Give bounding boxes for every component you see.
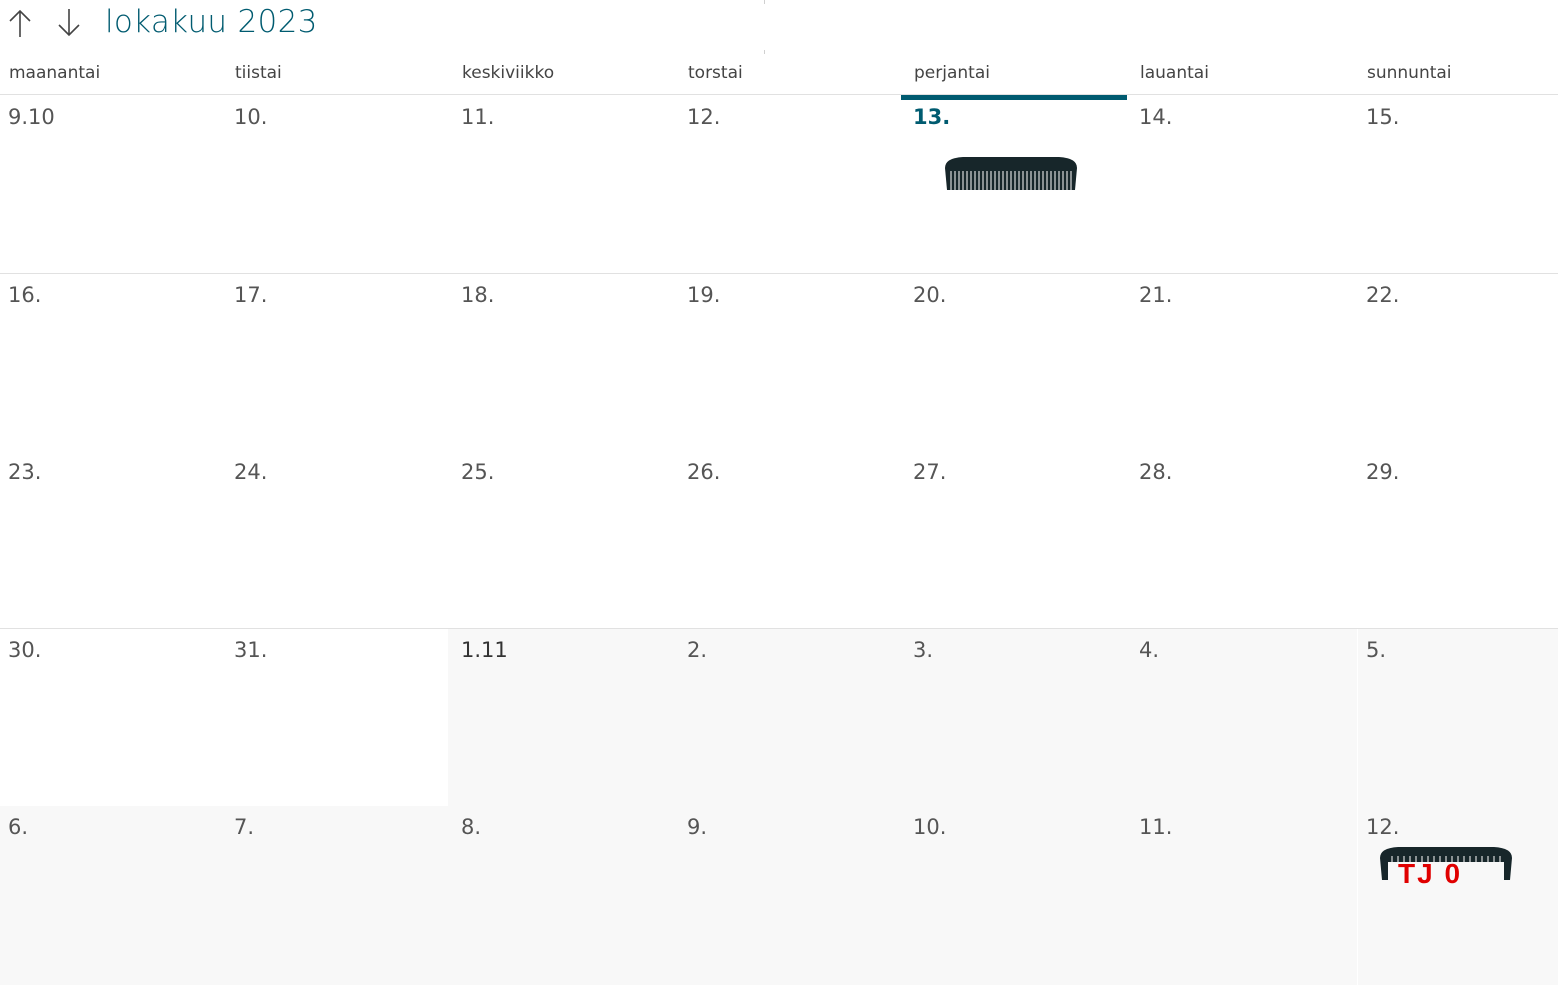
day-number: 14. <box>1139 105 1173 129</box>
day-number: 28. <box>1139 460 1173 484</box>
day-cell-next-month[interactable]: 5. <box>1358 629 1558 806</box>
previous-month-button[interactable] <box>3 6 37 40</box>
weekday-label: lauantai <box>1140 63 1209 83</box>
month-title: lokakuu 2023 <box>105 4 318 40</box>
day-cell[interactable]: 12. <box>679 96 905 273</box>
day-number: 24. <box>234 460 268 484</box>
arrow-up-icon <box>9 9 31 37</box>
week-row: 16. 17. 18. 19. 20. 21. 22. <box>0 274 1558 451</box>
day-cell[interactable]: 25. <box>453 451 679 628</box>
day-number: 10. <box>234 105 268 129</box>
day-cell[interactable]: 19. <box>679 274 905 451</box>
day-cell[interactable]: 27. <box>905 451 1131 628</box>
day-number: 6. <box>8 815 29 839</box>
day-number: 19. <box>687 283 721 307</box>
day-number: 16. <box>8 283 42 307</box>
day-cell-next-month[interactable]: 2. <box>679 629 905 806</box>
day-cell[interactable]: 23. <box>0 451 226 628</box>
day-cell[interactable]: 29. <box>1358 451 1558 628</box>
week-row: 9.10 10. 11. 12. 13. 14. 15. <box>0 96 1558 274</box>
day-cell[interactable]: 10. <box>226 96 452 273</box>
day-cell-next-month[interactable]: 11. <box>1131 806 1357 985</box>
day-number: 22. <box>1366 283 1400 307</box>
day-number: 25. <box>461 460 495 484</box>
weekday-label-today: perjantai <box>901 56 1127 100</box>
day-cell-next-month[interactable]: 3. <box>905 629 1131 806</box>
day-number: 8. <box>461 815 482 839</box>
day-cell[interactable]: 31. <box>226 629 452 806</box>
weekday-label: keskiviikko <box>462 63 555 83</box>
day-number: 27. <box>913 460 947 484</box>
day-cell[interactable]: 11. <box>453 96 679 273</box>
day-cell-next-month[interactable]: 10. <box>905 806 1131 985</box>
weekday-header: maanantai tiistai keskiviikko torstai pe… <box>0 56 1558 100</box>
weekday-label: maanantai <box>9 63 101 83</box>
day-cell-next-month[interactable]: 6. <box>0 806 226 985</box>
day-number: 26. <box>687 460 721 484</box>
day-number: 11. <box>461 105 495 129</box>
day-number: 30. <box>8 638 42 662</box>
day-number: 20. <box>913 283 947 307</box>
day-number: 7. <box>234 815 255 839</box>
comb-icon <box>945 157 1077 190</box>
divider <box>764 0 765 4</box>
day-number: 9. <box>687 815 708 839</box>
day-number: 2. <box>687 638 708 662</box>
day-number: 11. <box>1139 815 1173 839</box>
day-cell-next-month[interactable]: 8. <box>453 806 679 985</box>
day-cell-today[interactable]: 13. <box>905 96 1131 273</box>
day-number: 12. <box>687 105 721 129</box>
day-number: 4. <box>1139 638 1160 662</box>
next-month-button[interactable] <box>52 6 86 40</box>
day-cell[interactable]: 9.10 <box>0 96 226 273</box>
day-number: 5. <box>1366 638 1387 662</box>
day-number: 31. <box>234 638 268 662</box>
day-number: 12. <box>1366 815 1400 839</box>
weekday-label: sunnuntai <box>1367 63 1452 83</box>
day-number: 10. <box>913 815 947 839</box>
day-number: 18. <box>461 283 495 307</box>
day-cell[interactable]: 20. <box>905 274 1131 451</box>
day-cell-next-month[interactable]: 1.11 <box>448 629 679 806</box>
tj-countdown-label: TJ 0 <box>1398 858 1463 889</box>
day-cell[interactable]: 16. <box>0 274 226 451</box>
day-number: 17. <box>234 283 268 307</box>
day-number: 9.10 <box>8 105 55 129</box>
day-cell[interactable]: 17. <box>226 274 452 451</box>
day-cell[interactable]: 22. <box>1358 274 1558 451</box>
day-number-today: 13. <box>913 105 951 129</box>
day-cell[interactable]: 15. <box>1358 96 1558 273</box>
calendar-toolbar: lokakuu 2023 <box>0 0 1558 54</box>
weekday-label: tiistai <box>235 63 282 83</box>
day-number: 23. <box>8 460 42 484</box>
day-number: 29. <box>1366 460 1400 484</box>
day-cell-next-month[interactable]: 9. <box>679 806 905 985</box>
tj-sticker: TJ 0 <box>1378 844 1514 889</box>
day-cell-next-month[interactable]: 7. <box>226 806 453 985</box>
day-cell[interactable]: 14. <box>1131 96 1357 273</box>
day-cell[interactable]: 30. <box>0 629 226 806</box>
day-cell[interactable]: 21. <box>1131 274 1357 451</box>
day-cell-next-month[interactable]: 12. TJ 0 <box>1358 806 1558 985</box>
arrow-down-icon <box>58 9 80 37</box>
day-number: 1.11 <box>461 638 508 662</box>
day-cell[interactable]: 28. <box>1131 451 1357 628</box>
month-grid: 9.10 10. 11. 12. 13. 14. 15. 16. 17. 18.… <box>0 96 1558 985</box>
week-row: 30. 31. 1.11 2. 3. 4. 5. <box>0 629 1558 806</box>
day-number: 21. <box>1139 283 1173 307</box>
day-cell-next-month[interactable]: 4. <box>1131 629 1357 806</box>
day-cell[interactable]: 26. <box>679 451 905 628</box>
week-row: 23. 24. 25. 26. 27. 28. 29. <box>0 451 1558 629</box>
divider <box>764 50 765 54</box>
week-row: 6. 7. 8. 9. 10. 11. 12. TJ 0 <box>0 806 1558 985</box>
day-cell[interactable]: 24. <box>226 451 452 628</box>
day-number: 15. <box>1366 105 1400 129</box>
weekday-label: torstai <box>688 63 743 83</box>
day-number: 3. <box>913 638 934 662</box>
day-cell[interactable]: 18. <box>453 274 679 451</box>
